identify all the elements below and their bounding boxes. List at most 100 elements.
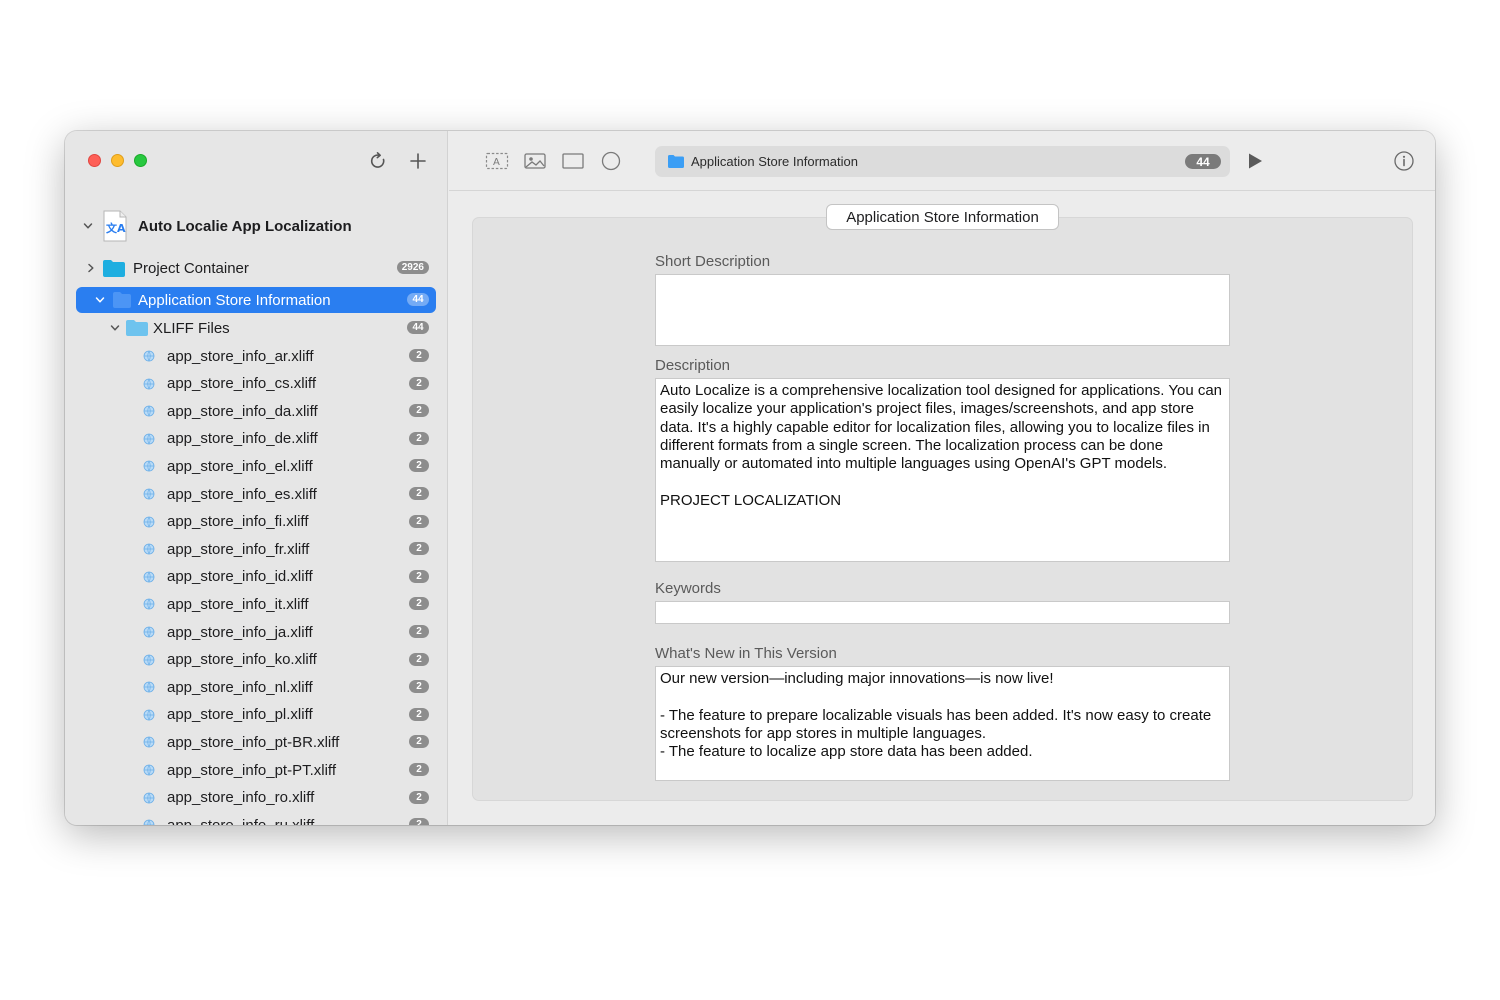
plus-icon (410, 153, 426, 169)
file-name: app_store_info_pt-PT.xliff (167, 761, 336, 779)
count-badge: 2 (409, 707, 429, 721)
sidebar-item-label: XLIFF Files (153, 319, 230, 337)
file-name: app_store_info_ja.xliff (167, 623, 313, 641)
count-badge: 2 (409, 625, 429, 638)
count-badge: 2 (409, 431, 429, 445)
file-item[interactable]: app_store_info_fr.xliff 2 (76, 536, 436, 562)
folder-icon (125, 319, 149, 337)
file-item[interactable]: app_store_info_id.xliff 2 (76, 564, 436, 590)
sidebar-item-label: Application Store Information (138, 291, 331, 309)
file-name: app_store_info_el.xliff (167, 457, 313, 475)
maximize-window-button[interactable] (134, 154, 147, 167)
project-tree: 文A Auto Localie App Localization Project… (65, 191, 448, 825)
count-badge: 2 (409, 459, 429, 473)
file-item[interactable]: app_store_info_ru.xliff 2 (76, 812, 436, 825)
count-badge: 2 (409, 652, 429, 666)
text-tool-button[interactable]: A (484, 149, 510, 173)
sidebar-item-label: Project Container (133, 259, 249, 277)
file-name: app_store_info_cs.xliff (167, 375, 316, 393)
file-item[interactable]: app_store_info_cs.xliff 2 (76, 371, 436, 397)
refresh-button[interactable] (365, 148, 391, 174)
file-item[interactable]: app_store_info_ro.xliff 2 (76, 785, 436, 811)
chevron-right-icon[interactable] (83, 260, 99, 276)
chevron-down-icon[interactable] (107, 320, 123, 336)
file-name: app_store_info_ru.xliff (167, 817, 314, 825)
count-badge: 2 (409, 376, 429, 390)
svg-text:文A: 文A (106, 221, 126, 235)
count-badge: 2 (409, 487, 429, 500)
add-button[interactable] (405, 148, 431, 174)
file-name: app_store_info_es.xliff (167, 485, 317, 503)
image-tool-button[interactable] (522, 149, 548, 173)
whats-new-field[interactable]: Our new version—including major innovati… (655, 666, 1230, 781)
circle-tool-button[interactable] (598, 149, 624, 173)
file-name: app_store_info_fi.xliff (167, 513, 309, 531)
file-item[interactable]: app_store_info_el.xliff 2 (76, 453, 436, 479)
file-name: app_store_info_de.xliff (167, 430, 318, 448)
xliff-file-icon (143, 405, 155, 417)
file-item[interactable]: app_store_info_nl.xliff 2 (76, 674, 436, 700)
image-icon (524, 153, 546, 169)
xliff-file-icon (143, 654, 155, 666)
path-label: Application Store Information (691, 154, 858, 169)
file-name: app_store_info_pl.xliff (167, 706, 313, 724)
keywords-field[interactable] (655, 601, 1230, 624)
xliff-file-icon (143, 819, 155, 825)
path-bar[interactable]: Application Store Information 44 (655, 146, 1230, 177)
file-item[interactable]: app_store_info_ja.xliff 2 (76, 619, 436, 645)
sidebar: 文A Auto Localie App Localization Project… (65, 131, 448, 825)
file-item[interactable]: app_store_info_da.xliff 2 (76, 398, 436, 424)
count-badge: 44 (1185, 154, 1221, 169)
file-name: app_store_info_nl.xliff (167, 678, 313, 696)
circle-icon (601, 151, 621, 171)
xliff-file-icon (143, 378, 155, 390)
count-badge: 2 (409, 542, 429, 556)
translate-document-icon: 文A (102, 210, 128, 242)
file-name: app_store_info_it.xliff (167, 595, 309, 613)
file-name: app_store_info_fr.xliff (167, 540, 310, 558)
info-button[interactable] (1393, 150, 1415, 172)
whats-new-label: What's New in This Version (655, 645, 837, 662)
description-field[interactable]: Auto Localize is a comprehensive localiz… (655, 378, 1230, 562)
count-badge: 2 (409, 569, 429, 583)
close-window-button[interactable] (88, 154, 101, 167)
file-item[interactable]: app_store_info_pt-BR.xliff 2 (76, 729, 436, 755)
xliff-file-icon (143, 736, 155, 748)
count-badge: 2926 (396, 261, 429, 274)
sidebar-item-xliff-files[interactable]: XLIFF Files 44 (76, 315, 436, 341)
rectangle-tool-button[interactable] (560, 149, 586, 173)
play-icon (1249, 153, 1262, 169)
project-root-item[interactable]: 文A Auto Localie App Localization (76, 209, 436, 243)
sidebar-item-application-store-information[interactable]: Application Store Information 44 (76, 287, 436, 313)
xliff-file-icon (143, 460, 155, 472)
xliff-file-icon (143, 626, 155, 638)
rectangle-icon (562, 153, 584, 169)
file-item[interactable]: app_store_info_pt-PT.xliff 2 (76, 757, 436, 783)
short-description-label: Short Description (655, 253, 771, 270)
short-description-field[interactable] (655, 274, 1230, 346)
file-item[interactable]: app_store_info_pl.xliff 2 (76, 702, 436, 728)
file-item[interactable]: app_store_info_de.xliff 2 (76, 426, 436, 452)
file-item[interactable]: app_store_info_ar.xliff 2 (76, 343, 436, 369)
xliff-file-icon (143, 598, 155, 610)
file-item[interactable]: app_store_info_fi.xliff 2 (76, 509, 436, 535)
minimize-window-button[interactable] (111, 154, 124, 167)
file-item[interactable]: app_store_info_it.xliff 2 (76, 591, 436, 617)
chevron-down-icon[interactable] (80, 218, 96, 234)
keywords-label: Keywords (655, 580, 721, 597)
description-label: Description (655, 357, 731, 374)
sidebar-item-project-container[interactable]: Project Container 2926 (76, 255, 436, 281)
count-badge: 2 (409, 818, 429, 825)
chevron-down-icon[interactable] (92, 292, 108, 308)
project-title: Auto Localie App Localization (138, 217, 352, 235)
xliff-file-icon (143, 543, 155, 555)
count-badge: 44 (407, 293, 429, 306)
text-box-icon: A (485, 152, 509, 170)
file-name: app_store_info_id.xliff (167, 568, 313, 586)
section-title: Application Store Information (826, 204, 1059, 230)
run-button[interactable] (1245, 151, 1265, 171)
file-name: app_store_info_ro.xliff (167, 789, 315, 807)
file-item[interactable]: app_store_info_ko.xliff 2 (76, 647, 436, 673)
refresh-icon (370, 152, 385, 168)
file-item[interactable]: app_store_info_es.xliff 2 (76, 481, 436, 507)
